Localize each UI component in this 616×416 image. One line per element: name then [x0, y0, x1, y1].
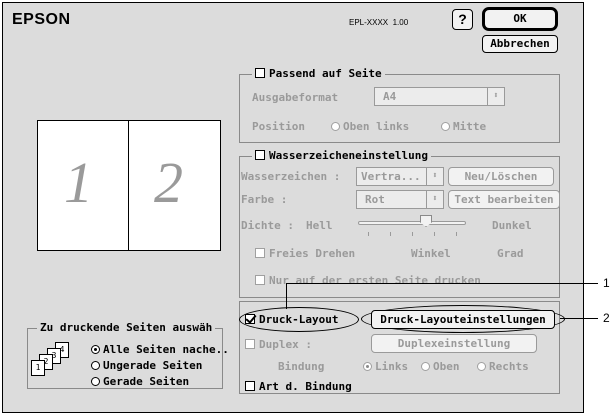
watermark-select[interactable]: Vertra... ⬍	[356, 167, 444, 186]
odd-pages-radio[interactable]: Ungerade Seiten	[91, 359, 202, 372]
binding-top-radio[interactable]: Oben	[421, 360, 460, 373]
radio-icon	[91, 361, 100, 370]
print-layout-settings-button[interactable]: Druck-Layouteinstellungen	[371, 310, 555, 329]
version-number: 1.00	[392, 18, 409, 27]
callout-line-1	[286, 283, 598, 284]
free-rotate-label: Freies Drehen	[269, 247, 356, 260]
position-label: Position	[252, 120, 305, 133]
output-format-label: Ausgabeformat	[252, 91, 339, 104]
watermark-check-icon	[255, 150, 265, 160]
binding-type-checkbox[interactable]: Art d. Bindung	[245, 380, 352, 393]
slider-thumb[interactable]	[420, 215, 432, 227]
free-rotate-checkbox[interactable]: Freies Drehen	[255, 247, 355, 260]
watermark-label: Wasserzeichen :	[241, 170, 341, 183]
slider-tick	[390, 232, 391, 236]
color-value: Rot	[365, 193, 385, 206]
layout-preview: 1 2	[37, 120, 221, 251]
watermark-value: Vertra...	[361, 170, 421, 183]
preview-divider	[128, 121, 129, 250]
callout-line-1-drop	[286, 283, 287, 309]
watermark-title-label: Wasserzeicheneinstellung	[269, 149, 428, 162]
binding-type-check-icon	[245, 381, 255, 391]
slider-tick	[412, 232, 413, 236]
brand-logo: EPSON	[12, 11, 71, 28]
position-center-label: Mitte	[453, 120, 487, 133]
odd-pages-label: Ungerade Seiten	[103, 359, 203, 372]
new-delete-button[interactable]: Neu/Löschen	[448, 167, 554, 186]
duplex-check-icon	[245, 339, 255, 349]
edit-text-button[interactable]: Text bearbeiten	[448, 190, 560, 209]
ok-button[interactable]: OK	[482, 7, 558, 31]
printer-settings-dialog: EPSON EPL-XXXX 1.00 ? OK Abbrechen 1 2 P…	[2, 2, 584, 413]
model-label: EPL-XXXX 1.00	[349, 18, 408, 27]
cancel-button[interactable]: Abbrechen	[482, 35, 558, 53]
page-stack-icon: 4 3 2 1	[31, 342, 75, 380]
callout-number-1: 1	[603, 276, 610, 290]
output-format-select[interactable]: A4 ⬍	[374, 87, 505, 106]
density-slider[interactable]	[358, 213, 466, 239]
model-name: EPL-XXXX	[349, 18, 389, 27]
angle-label: Winkel	[411, 247, 451, 260]
degree-label: Grad	[497, 247, 524, 260]
binding-label: Bindung	[278, 360, 325, 373]
help-button[interactable]: ?	[452, 9, 473, 30]
slider-tick	[368, 232, 369, 236]
binding-left-label: Links	[375, 360, 409, 373]
position-top-left-radio[interactable]: Oben links	[331, 120, 409, 133]
all-pages-label: Alle Seiten nache..	[103, 343, 229, 356]
preview-page-1: 1	[64, 150, 93, 215]
fit-to-page-check-icon	[255, 68, 265, 78]
binding-left-radio[interactable]: Links	[363, 360, 408, 373]
free-rotate-check-icon	[255, 248, 265, 258]
select-arrows-icon: ⬍	[426, 168, 443, 185]
callout-number-2: 2	[603, 311, 610, 325]
fit-to-page-label: Passend auf Seite	[269, 67, 382, 80]
color-label: Farbe :	[241, 193, 288, 206]
slider-tick	[434, 232, 435, 236]
first-page-only-check-icon	[255, 275, 265, 285]
duplex-label: Duplex :	[259, 338, 312, 351]
preview-page-2: 2	[154, 150, 183, 215]
slider-tick	[456, 232, 457, 236]
radio-icon	[441, 122, 450, 131]
callout-line-2	[560, 318, 598, 319]
slider-track	[358, 221, 466, 225]
print-layout-check-icon	[245, 314, 255, 324]
pages-to-print-title: Zu druckende Seiten auswäh	[37, 321, 216, 334]
fit-to-page-checkbox[interactable]: Passend auf Seite	[252, 67, 385, 80]
radio-icon	[363, 362, 372, 371]
radio-icon	[477, 362, 486, 371]
select-arrows-icon: ⬍	[487, 88, 504, 105]
radio-icon	[91, 377, 100, 386]
output-format-value: A4	[383, 90, 397, 103]
even-pages-radio[interactable]: Gerade Seiten	[91, 375, 189, 388]
even-pages-label: Gerade Seiten	[103, 375, 190, 388]
binding-right-radio[interactable]: Rechts	[477, 360, 529, 373]
first-page-only-label: Nur auf der ersten Seite drucken	[269, 274, 481, 287]
all-pages-radio[interactable]: Alle Seiten nache..	[91, 343, 229, 356]
select-arrows-icon: ⬍	[426, 191, 443, 208]
density-low-label: Hell	[306, 219, 333, 232]
position-center-radio[interactable]: Mitte	[441, 120, 486, 133]
watermark-checkbox[interactable]: Wasserzeicheneinstellung	[252, 149, 431, 162]
binding-right-label: Rechts	[489, 360, 529, 373]
radio-icon	[91, 345, 100, 354]
density-high-label: Dunkel	[492, 219, 532, 232]
position-top-left-label: Oben links	[343, 120, 410, 133]
radio-icon	[421, 362, 430, 371]
binding-type-label: Art d. Bindung	[259, 380, 352, 393]
duplex-checkbox[interactable]: Duplex :	[245, 338, 312, 351]
density-label: Dichte :	[241, 219, 294, 232]
duplex-settings-button[interactable]: Duplexeinstellung	[371, 334, 537, 353]
radio-icon	[331, 122, 340, 131]
print-layout-checkbox[interactable]: Druck-Layout	[245, 313, 338, 326]
page-icon-1: 1	[31, 360, 45, 376]
color-select[interactable]: Rot ⬍	[356, 190, 444, 209]
print-layout-label: Druck-Layout	[259, 313, 339, 326]
first-page-only-checkbox[interactable]: Nur auf der ersten Seite drucken	[255, 274, 481, 287]
binding-top-label: Oben	[433, 360, 460, 373]
